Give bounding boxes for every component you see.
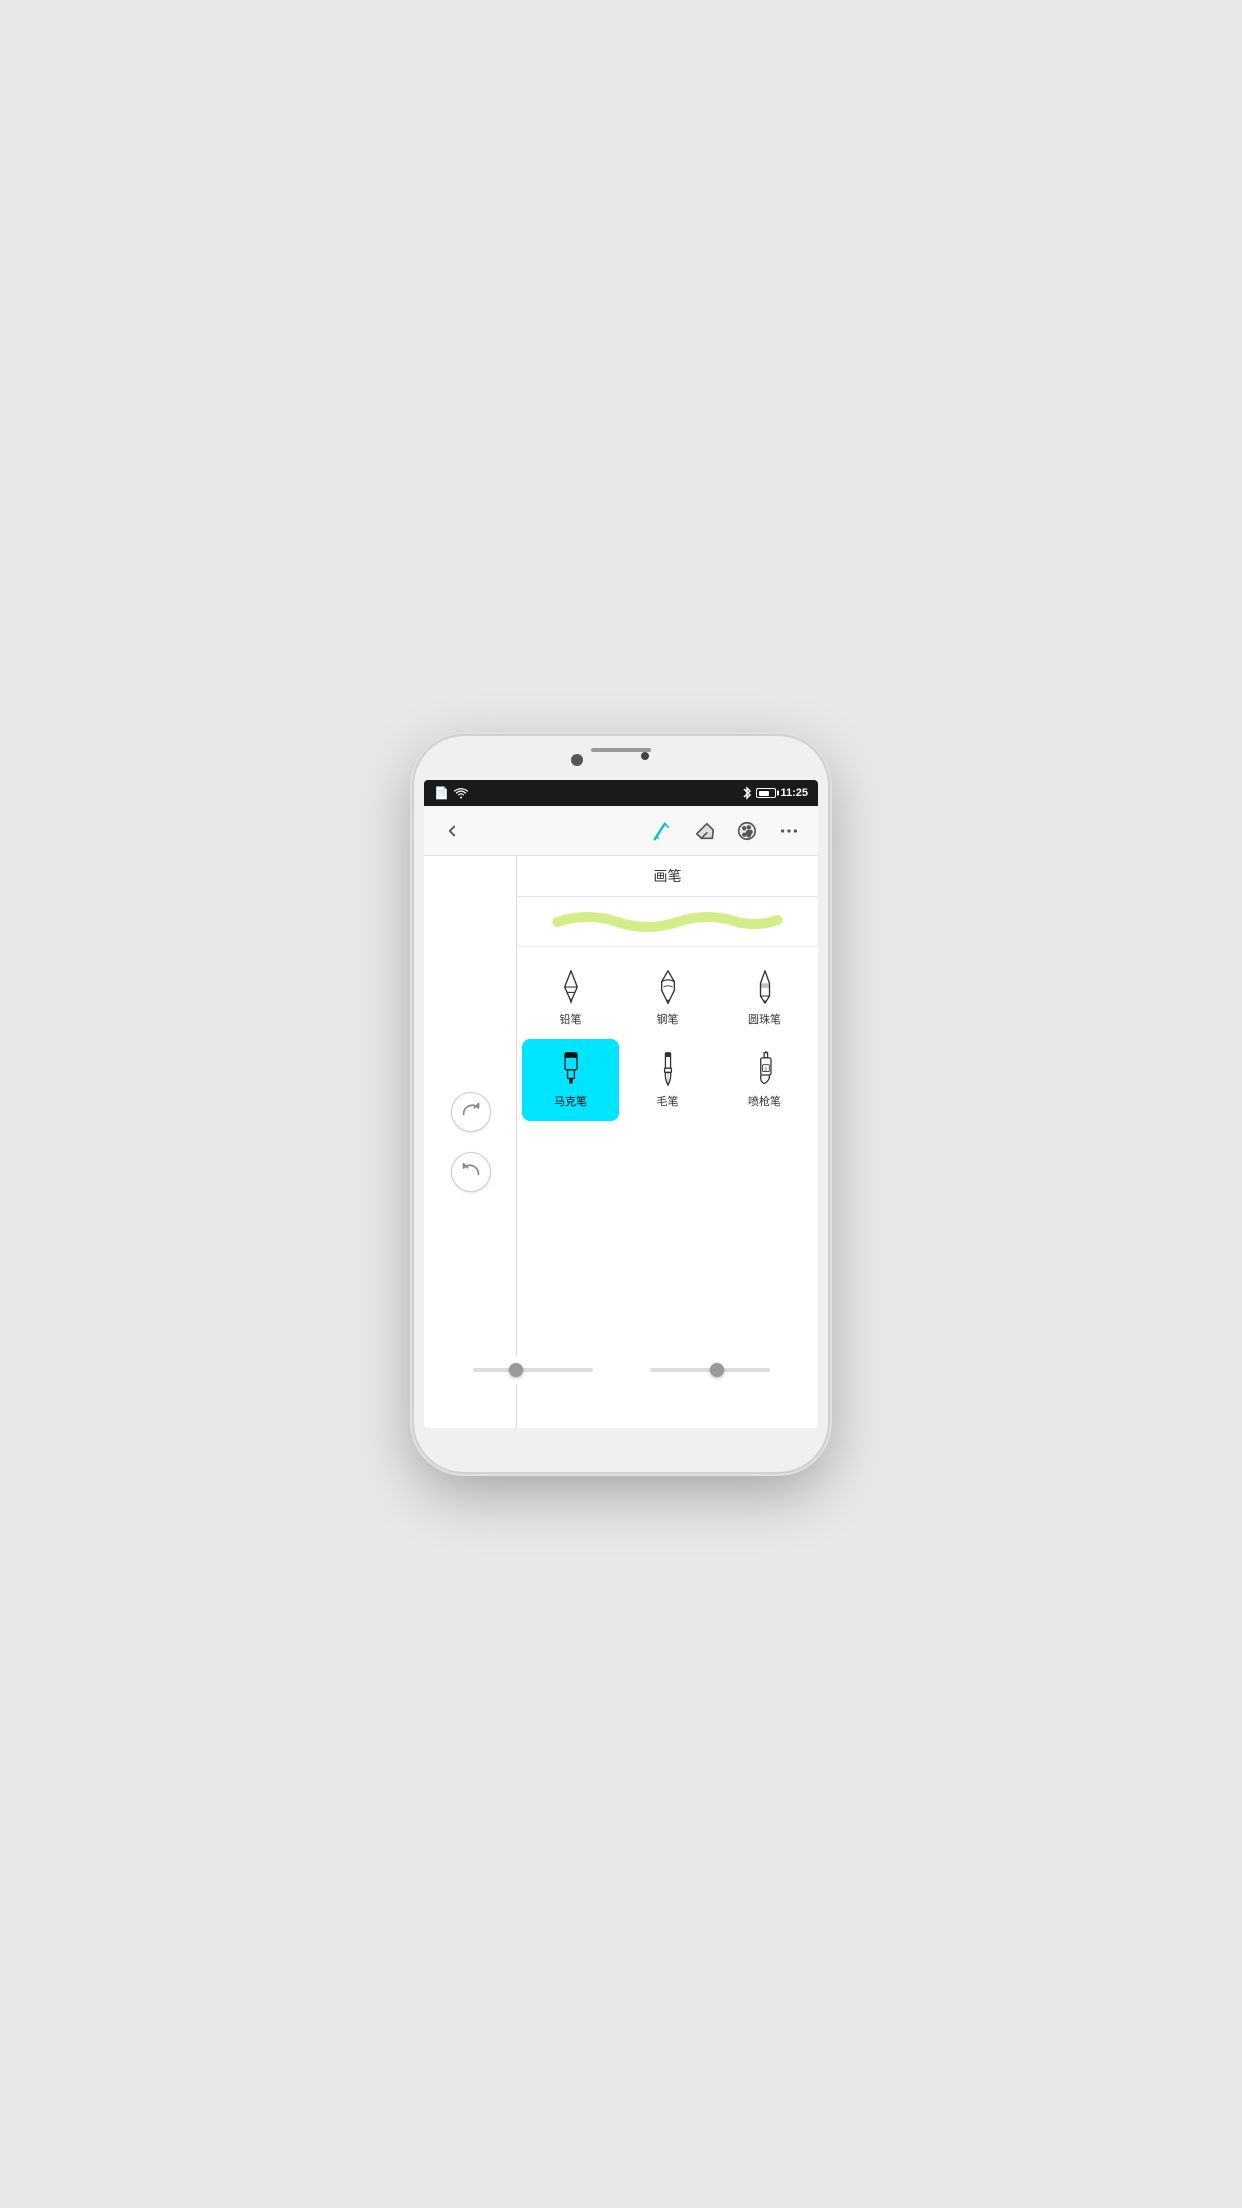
stroke-preview [517,897,818,947]
pen-icon [650,969,686,1005]
document-icon: 📄 [434,786,449,800]
panel-title: 画笔 [517,856,818,897]
status-bar: 📄 11:2 [424,780,818,806]
status-right: 11:25 [742,786,808,800]
brush-tool-item[interactable]: 毛笔 [619,1039,716,1121]
more-options-button[interactable] [770,812,808,850]
back-button[interactable] [434,813,470,849]
toolbar-tools [644,812,808,850]
canvas-area [424,856,517,1428]
ballpen-tool-item[interactable]: 圆珠笔 [716,957,813,1039]
main-content: 画笔 [424,856,818,1428]
marker-label: 马克笔 [554,1093,587,1109]
brush-panel: 画笔 [517,856,818,1428]
brush-icon [650,1051,686,1087]
marker-icon [553,1051,589,1087]
brush-label: 毛笔 [657,1093,679,1109]
pencil-icon [553,969,589,1005]
redo-button[interactable] [451,1092,491,1132]
phone-frame: 📄 11:2 [414,736,828,1472]
eraser-tool-button[interactable] [686,812,724,850]
front-camera [641,752,649,760]
size-slider[interactable] [473,1368,593,1372]
ballpen-icon [747,969,783,1005]
undo-button[interactable] [451,1152,491,1192]
opacity-slider[interactable] [650,1368,770,1372]
marker-tool-item[interactable]: 马克笔 [522,1039,619,1121]
pencil-label: 铅笔 [560,1011,582,1027]
ballpen-label: 圆珠笔 [748,1011,781,1027]
spray-label: 喷枪笔 [748,1093,781,1109]
wifi-icon [454,788,468,799]
pencil-tool-item[interactable]: 铅笔 [522,957,619,1039]
brush-tool-button[interactable] [644,812,682,850]
pen-label: 钢笔 [657,1011,679,1027]
palette-tool-button[interactable] [728,812,766,850]
camera [571,754,583,766]
bluetooth-icon [742,786,752,800]
opacity-slider-thumb[interactable] [710,1363,724,1377]
spray-icon: 0 [747,1051,783,1087]
screen: 📄 11:2 [424,780,818,1428]
status-left: 📄 [434,786,468,800]
size-slider-thumb[interactable] [509,1363,523,1377]
svg-text:0: 0 [764,1067,767,1072]
battery-icon [756,788,776,798]
spray-tool-item[interactable]: 0 喷枪笔 [716,1039,813,1121]
pen-tool-item[interactable]: 钢笔 [619,957,716,1039]
toolbar [424,806,818,856]
bottom-sliders [434,1356,808,1384]
tool-grid: 铅笔 钢笔 [517,947,818,1131]
time-display: 11:25 [780,787,808,799]
